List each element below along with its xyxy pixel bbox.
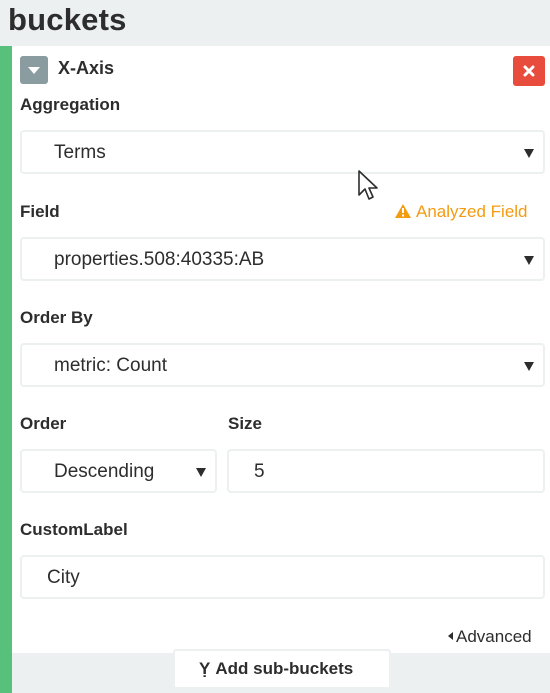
aggregation-title: X-Axis — [58, 58, 115, 78]
aggregation-accent-bar — [0, 46, 12, 693]
size-input[interactable]: 5 — [227, 449, 545, 493]
order-label: Order — [20, 414, 67, 433]
aggregation-label: Aggregation — [20, 95, 121, 114]
remove-aggregation-button[interactable] — [513, 56, 545, 86]
dropdown-caret-icon — [524, 362, 534, 371]
dropdown-caret-icon — [524, 149, 534, 158]
order-by-label: Order By — [20, 308, 93, 327]
close-icon — [523, 65, 535, 77]
aggregation-select-value: Terms — [54, 142, 106, 163]
analyzed-field-warning-text: Analyzed Field — [416, 202, 528, 221]
size-input-value: 5 — [254, 461, 265, 482]
analyzed-field-warning: Analyzed Field — [394, 202, 528, 222]
caret-down-icon — [28, 67, 40, 74]
custom-label-input[interactable]: City — [20, 555, 545, 599]
dropdown-caret-icon — [524, 256, 534, 265]
field-select-value: properties.508:40335:AB — [54, 249, 265, 270]
order-by-select-value: metric: Count — [54, 355, 167, 376]
mouse-pointer-icon — [358, 170, 378, 200]
buckets-editor: buckets X-Axis Aggregation Terms Field A… — [0, 0, 550, 693]
custom-label-label: CustomLabel — [20, 520, 128, 539]
warning-icon — [395, 204, 411, 218]
order-by-select[interactable]: metric: Count — [20, 343, 545, 387]
section-title: buckets — [8, 2, 127, 37]
collapse-toggle-button[interactable] — [20, 56, 48, 84]
section-header: buckets — [0, 0, 550, 46]
field-select[interactable]: properties.508:40335:AB — [20, 237, 545, 281]
order-select[interactable]: Descending — [20, 449, 217, 493]
split-icon: Ỵ — [199, 659, 211, 678]
caret-left-icon — [448, 632, 453, 640]
add-sub-buckets-content: Ỵ Add sub-buckets — [199, 659, 353, 679]
add-sub-buckets-label: Add sub-buckets — [215, 659, 354, 678]
field-label: Field — [20, 202, 60, 221]
advanced-link-label: Advanced — [456, 627, 532, 646]
add-sub-buckets-button[interactable]: Ỵ Add sub-buckets — [173, 649, 391, 687]
advanced-toggle-link[interactable]: Advanced — [448, 627, 532, 647]
size-label: Size — [228, 414, 263, 433]
order-select-value: Descending — [54, 461, 155, 482]
custom-label-input-value: City — [47, 567, 80, 588]
dropdown-caret-icon — [196, 468, 206, 477]
aggregation-select[interactable]: Terms — [20, 130, 545, 174]
